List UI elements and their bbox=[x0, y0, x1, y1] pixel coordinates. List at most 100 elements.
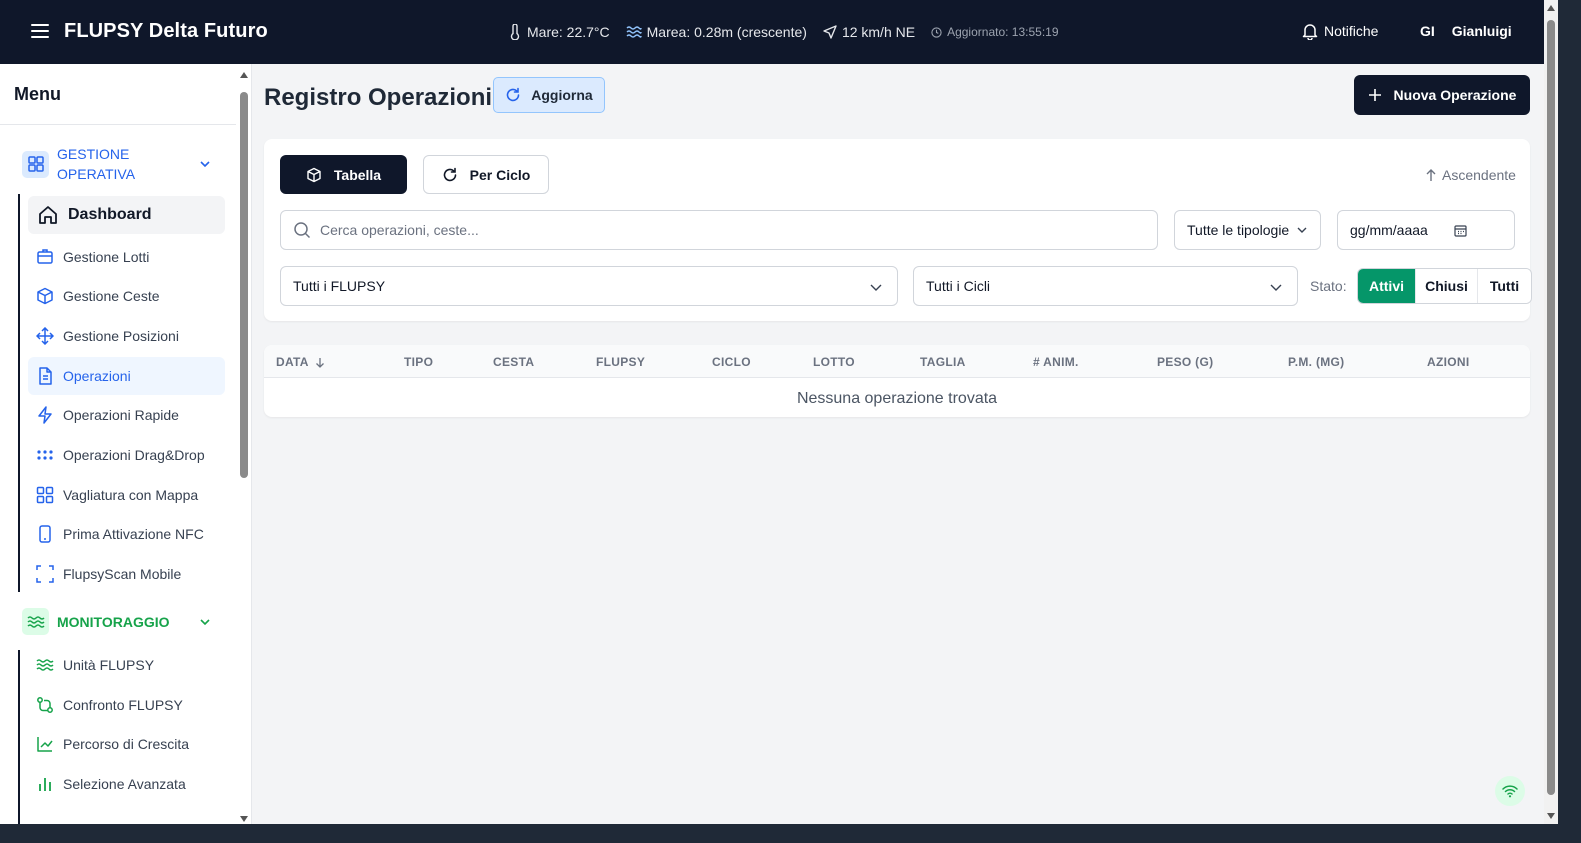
git-compare-icon bbox=[37, 697, 53, 713]
tide-level: Marea: 0.28m (crescente) bbox=[626, 24, 807, 40]
navigation-icon bbox=[823, 25, 837, 39]
scroll-down-arrow-icon[interactable] bbox=[1547, 813, 1555, 819]
refresh-icon bbox=[506, 87, 520, 102]
sidebar-item-operazioni-drag-drop[interactable]: Operazioni Drag&Drop bbox=[28, 436, 225, 474]
sidebar-item-selezione-avanzata[interactable]: Selezione Avanzata bbox=[28, 765, 225, 803]
chevron-down-icon bbox=[200, 161, 210, 168]
sidebar-item-unita-flupsy[interactable]: Unità FLUPSY bbox=[28, 646, 225, 684]
user-name: Gianluigi bbox=[1451, 23, 1512, 39]
scan-icon bbox=[36, 565, 54, 583]
sidebar-item-operazioni-rapide[interactable]: Operazioni Rapide bbox=[28, 396, 225, 434]
top-header: FLUPSY Delta Futuro Mare: 22.7°C Marea: … bbox=[0, 0, 1544, 64]
sidebar-item-vagliatura-mappa[interactable]: Vagliatura con Mappa bbox=[28, 476, 225, 514]
chevron-down-icon bbox=[200, 618, 210, 625]
waves-icon bbox=[36, 659, 54, 671]
filter-panel: Tabella Per Ciclo Ascendente Cerca opera… bbox=[264, 139, 1532, 321]
tab-tabella[interactable]: Tabella bbox=[280, 155, 407, 194]
column-header-data[interactable]: DATA bbox=[276, 355, 325, 369]
calendar-icon[interactable] bbox=[1454, 224, 1467, 237]
tab-per-ciclo[interactable]: Per Ciclo bbox=[423, 155, 549, 194]
avatar: GI bbox=[1420, 23, 1435, 39]
sea-temperature: Mare: 22.7°C bbox=[508, 24, 610, 40]
sidebar-item-gestione-ceste[interactable]: Gestione Ceste bbox=[28, 277, 225, 315]
status-attivi-button[interactable]: Attivi bbox=[1358, 269, 1415, 303]
sidebar-title: Menu bbox=[14, 84, 61, 104]
search-placeholder: Cerca operazioni, ceste... bbox=[320, 222, 479, 238]
app-title: FLUPSY Delta Futuro bbox=[64, 20, 268, 42]
sidebar-item-percorso-crescita[interactable]: Percorso di Crescita bbox=[28, 725, 225, 763]
main-content: Registro Operazioni Aggiorna Nuova Opera… bbox=[252, 64, 1544, 824]
wind-speed: 12 km/h NE bbox=[823, 24, 915, 40]
sidebar-item-flupsyscan-mobile[interactable]: FlupsyScan Mobile bbox=[28, 555, 225, 593]
thermometer-icon bbox=[510, 24, 520, 40]
section-guide-line bbox=[18, 650, 20, 824]
sidebar-item-gestione-lotti[interactable]: Gestione Lotti bbox=[28, 238, 225, 276]
page-scrollbar[interactable] bbox=[1544, 0, 1558, 824]
page-title: Registro Operazioni bbox=[264, 84, 493, 111]
column-header-animali: # ANIM. bbox=[1033, 355, 1079, 369]
scroll-down-arrow-icon[interactable] bbox=[240, 816, 248, 822]
arrow-up-icon bbox=[1426, 169, 1436, 181]
sidebar-item-gestione-posizioni[interactable]: Gestione Posizioni bbox=[28, 317, 225, 355]
zap-icon bbox=[38, 406, 52, 424]
sidebar: Menu GESTIONE OPERATIVA Dashboard Gestio… bbox=[0, 64, 252, 824]
section-guide-line bbox=[18, 194, 20, 592]
cycle-select[interactable]: Tutti i Cicli bbox=[913, 266, 1298, 306]
date-input[interactable]: gg/mm/aaaa bbox=[1337, 210, 1515, 250]
table-header: DATA TIPO CESTA FLUPSY CICLO LOTTO TAGLI… bbox=[264, 345, 1530, 378]
sidebar-divider bbox=[0, 124, 236, 125]
section-label: MONITORAGGIO bbox=[57, 613, 170, 630]
scrollbar-thumb[interactable] bbox=[1547, 20, 1555, 795]
wifi-icon bbox=[1502, 785, 1518, 798]
connection-status-button[interactable] bbox=[1495, 776, 1525, 806]
last-updated: Aggiornato: 13:55:19 bbox=[931, 25, 1059, 39]
flupsy-select[interactable]: Tutti i FLUPSY bbox=[280, 266, 898, 306]
chevron-down-icon bbox=[870, 284, 882, 291]
sidebar-item-operazioni[interactable]: Operazioni bbox=[28, 357, 225, 395]
scrollbar-thumb[interactable] bbox=[240, 92, 248, 478]
grip-icon bbox=[37, 450, 53, 460]
search-input[interactable]: Cerca operazioni, ceste... bbox=[280, 210, 1158, 250]
column-header-lotto: LOTTO bbox=[813, 355, 855, 369]
status-chiusi-button[interactable]: Chiusi bbox=[1415, 269, 1477, 303]
status-toggle-group: Attivi Chiusi Tutti bbox=[1357, 268, 1532, 304]
weather-bar: Mare: 22.7°C Marea: 0.28m (crescente) 12… bbox=[508, 24, 1075, 40]
type-select[interactable]: Tutte le tipologie bbox=[1174, 210, 1321, 250]
sidebar-item-prima-attivazione-nfc[interactable]: Prima Attivazione NFC bbox=[28, 515, 225, 553]
search-icon bbox=[294, 222, 311, 239]
phone-icon bbox=[39, 525, 51, 543]
clock-icon bbox=[931, 26, 942, 38]
column-header-ciclo: CICLO bbox=[712, 355, 751, 369]
chevron-down-icon bbox=[1270, 284, 1282, 291]
status-label: Stato: bbox=[1310, 278, 1347, 294]
arrow-down-icon bbox=[315, 357, 324, 368]
window-bottom-edge bbox=[0, 824, 1581, 843]
section-monitoraggio[interactable]: MONITORAGGIO bbox=[22, 608, 210, 635]
column-header-azioni: AZIONI bbox=[1427, 355, 1470, 369]
refresh-icon bbox=[443, 167, 456, 181]
sort-order-button[interactable]: Ascendente bbox=[1425, 167, 1516, 183]
sidebar-scrollbar[interactable] bbox=[238, 70, 250, 824]
document-icon bbox=[39, 367, 52, 385]
status-tutti-button[interactable]: Tutti bbox=[1477, 269, 1531, 303]
scroll-up-arrow-icon[interactable] bbox=[1547, 5, 1555, 11]
user-menu[interactable]: GI Gianluigi bbox=[1420, 23, 1512, 39]
box-icon bbox=[37, 249, 53, 264]
column-header-flupsy: FLUPSY bbox=[596, 355, 646, 369]
column-header-cesta: CESTA bbox=[493, 355, 535, 369]
operations-table: DATA TIPO CESTA FLUPSY CICLO LOTTO TAGLI… bbox=[264, 345, 1530, 417]
sidebar-item-dashboard[interactable]: Dashboard bbox=[28, 196, 225, 234]
plus-icon bbox=[1368, 89, 1381, 101]
scroll-up-arrow-icon[interactable] bbox=[240, 72, 248, 78]
refresh-button[interactable]: Aggiorna bbox=[493, 77, 605, 113]
column-header-tipo: TIPO bbox=[404, 355, 434, 369]
waves-icon bbox=[22, 608, 49, 635]
notifications-button[interactable]: Notifiche bbox=[1301, 22, 1378, 40]
layout-grid-icon bbox=[22, 150, 49, 178]
section-gestione-operativa[interactable]: GESTIONE OPERATIVA bbox=[22, 144, 210, 184]
sidebar-item-confronto-flupsy[interactable]: Confronto FLUPSY bbox=[28, 686, 225, 724]
move-icon bbox=[36, 327, 54, 345]
package-icon bbox=[37, 287, 53, 305]
hamburger-menu-icon[interactable] bbox=[29, 21, 51, 43]
new-operation-button[interactable]: Nuova Operazione bbox=[1354, 75, 1530, 115]
